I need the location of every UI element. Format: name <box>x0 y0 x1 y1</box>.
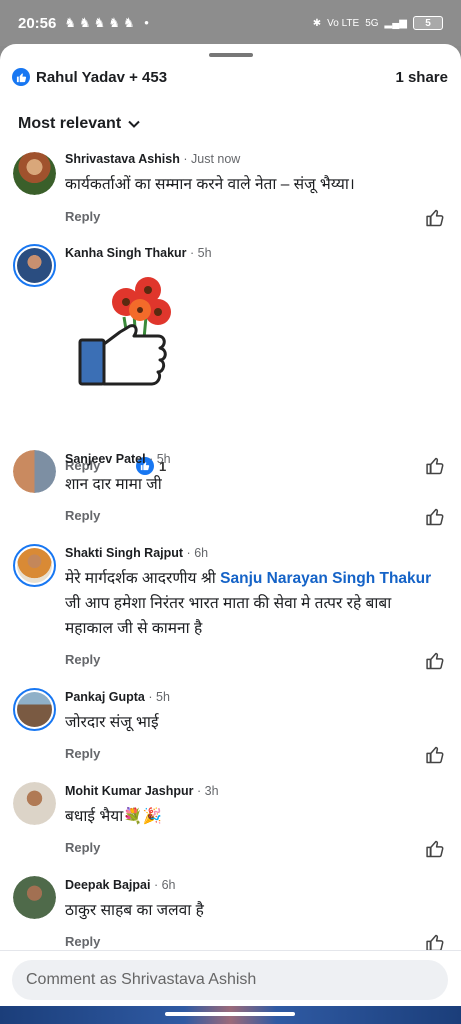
status-bar: 20:56 ♞♞♞♞♞ • ✱ Vo LTE 5G ▂▄▆ 5 <box>0 0 461 46</box>
sort-dropdown[interactable]: Most relevant <box>18 115 141 133</box>
comment-composer <box>0 950 461 1006</box>
commenter-name[interactable]: Mohit Kumar Jashpur <box>65 784 194 798</box>
comment-text: ठाकुर साहब का जलवा है <box>65 902 204 919</box>
commenter-name[interactable]: Sanjeev Patel <box>65 452 146 466</box>
comment-text: जोरदार संजू भाई <box>65 714 159 731</box>
comment-text: मेरे मार्गदर्शक आदरणीय श्री Sanju Naraya… <box>65 570 432 637</box>
avatar[interactable] <box>13 152 56 195</box>
like-outline-icon[interactable] <box>425 651 445 671</box>
commenter-name[interactable]: Shrivastava Ashish <box>65 152 180 166</box>
comment-time: 5h <box>197 246 212 260</box>
comment-text: कार्यकर्ताओं का सम्मान करने वाले नेता – … <box>65 176 355 193</box>
reply-button[interactable]: Reply <box>65 209 100 224</box>
like-outline-icon[interactable] <box>425 208 445 228</box>
comment-time: 3h <box>204 784 219 798</box>
avatar[interactable] <box>13 450 56 493</box>
chevron-down-icon <box>128 120 140 128</box>
signal-icon: ▂▄▆ <box>384 17 407 29</box>
reactor-label: Rahul Yadav + 453 <box>36 68 168 86</box>
comment-time: Just now <box>191 152 241 166</box>
home-indicator[interactable] <box>165 1012 295 1016</box>
flower-thumbs-up-sticker <box>78 277 171 386</box>
mention-link[interactable]: Sanju Narayan Singh Thakur <box>220 570 431 587</box>
commenter-name[interactable]: Kanha Singh Thakur <box>65 246 187 260</box>
comment-time: 6h <box>194 546 209 560</box>
battery-icon: 5 <box>413 16 443 30</box>
like-outline-icon[interactable] <box>425 839 445 859</box>
avatar[interactable] <box>13 244 56 287</box>
reply-button[interactable]: Reply <box>65 746 100 761</box>
comment-text: बधाई भैया💐🎉 <box>65 808 162 825</box>
avatar[interactable] <box>13 876 56 919</box>
comments-sheet: Rahul Yadav + 453 1 share Most relevant … <box>0 44 461 1006</box>
shares-count[interactable]: 1 share <box>395 69 448 86</box>
status-right: ✱ Vo LTE 5G ▂▄▆ 5 <box>313 16 443 30</box>
commenter-name[interactable]: Shakti Singh Rajput <box>65 546 183 560</box>
reply-button[interactable]: Reply <box>65 840 100 855</box>
status-time: 20:56 <box>18 14 57 32</box>
reply-button[interactable]: Reply <box>65 652 100 667</box>
signal-label: 5G <box>365 17 379 29</box>
avatar[interactable] <box>13 688 56 731</box>
comment-time: 5h <box>156 452 171 466</box>
like-reaction-icon <box>12 68 30 86</box>
volte-label: Vo LTE <box>327 17 360 29</box>
drag-handle[interactable] <box>209 53 253 57</box>
sort-label: Most relevant <box>18 115 122 132</box>
comment-input[interactable] <box>12 960 448 1000</box>
comment-time: 6h <box>161 878 176 892</box>
avatar[interactable] <box>13 782 56 825</box>
commenter-name[interactable]: Pankaj Gupta <box>65 690 145 704</box>
like-outline-icon[interactable] <box>425 745 445 765</box>
comment-text: शान दार मामा जी <box>65 476 162 493</box>
avatar[interactable] <box>13 544 56 587</box>
reactions-summary[interactable]: Rahul Yadav + 453 <box>12 68 167 86</box>
like-outline-icon[interactable] <box>425 507 445 527</box>
bluetooth-icon: ✱ <box>312 17 322 29</box>
notification-icons: ♞♞♞♞♞ • <box>64 15 152 30</box>
commenter-name[interactable]: Deepak Bajpai <box>65 878 150 892</box>
comment-time: 5h <box>156 690 170 704</box>
reply-button[interactable]: Reply <box>65 934 100 949</box>
reply-button[interactable]: Reply <box>65 508 100 523</box>
